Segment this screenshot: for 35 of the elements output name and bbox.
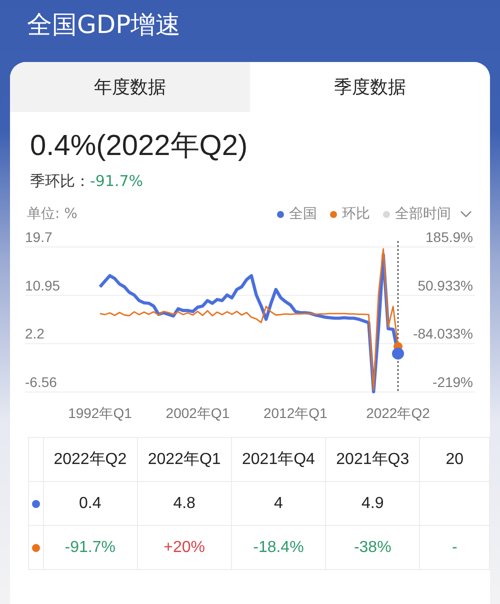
- x-axis-label: 2002年Q1: [166, 405, 230, 421]
- table-cell: -: [452, 538, 458, 556]
- table-cell: 4.8: [173, 494, 196, 512]
- table-cell: 0.4: [79, 494, 102, 512]
- legend-label: 全国: [289, 205, 317, 223]
- y-axis-label: 185.9%: [426, 229, 473, 245]
- x-axis-label: 2012年Q1: [264, 405, 328, 421]
- table-cell: 4.9: [362, 494, 384, 512]
- table-cell: -91.7%: [64, 538, 116, 556]
- headline-value: 0.4%(2022年Q2): [29, 129, 249, 164]
- column-header: 2021年Q3: [326, 438, 420, 482]
- legend-label: 环比: [342, 205, 370, 223]
- column-header: 20: [420, 438, 490, 482]
- x-axis-label: 2022年Q2: [366, 405, 430, 421]
- column-header: 2022年Q1: [137, 438, 232, 482]
- y-axis-label: 10.95: [25, 277, 60, 294]
- y-axis-label: 19.7: [25, 229, 52, 245]
- y-axis-label: 2.2: [25, 326, 44, 342]
- change-value: -91.7%: [90, 172, 144, 190]
- column-header: 2022年Q2: [43, 438, 138, 482]
- time-range-dropdown[interactable]: 全部时间: [395, 205, 451, 223]
- tab[interactable]: 年度数据: [10, 62, 250, 112]
- table-cell: 4: [274, 494, 283, 512]
- y-axis-label: -6.56: [25, 374, 57, 390]
- x-axis-label: 1992年Q1: [68, 405, 132, 421]
- table-cell: +20%: [164, 538, 205, 556]
- y-axis-label: -219%: [432, 374, 473, 390]
- y-axis-label: 50.933%: [418, 277, 473, 294]
- table-cell: -18.4%: [253, 538, 304, 556]
- change-label: 季环比：: [30, 172, 90, 190]
- y-axis-label: -84.033%: [413, 326, 473, 342]
- page-title: 全国GDP增速: [26, 9, 182, 41]
- column-header: 2021年Q4: [231, 438, 326, 482]
- unit-label: 单位: %: [27, 205, 78, 223]
- table-cell: -38%: [354, 538, 392, 556]
